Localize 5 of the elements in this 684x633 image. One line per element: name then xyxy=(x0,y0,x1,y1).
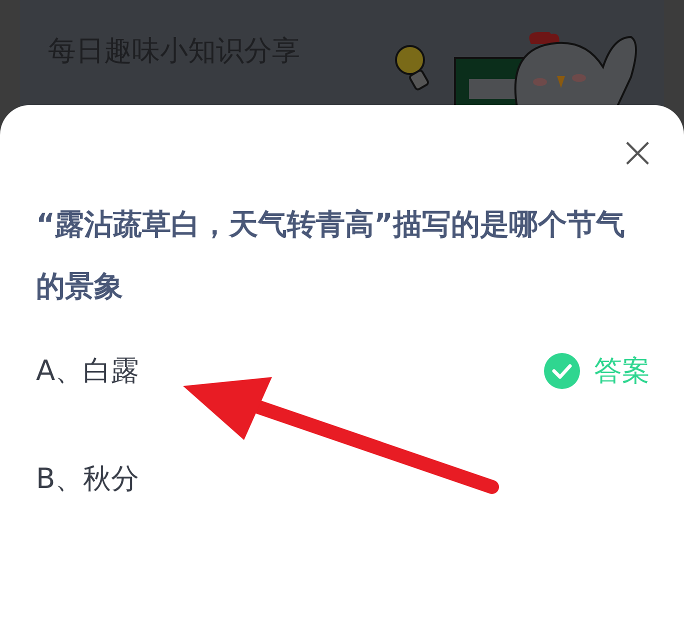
option-label[interactable]: B、秋分 xyxy=(36,458,140,500)
answer-label: 答案 xyxy=(594,353,650,389)
option-label[interactable]: A、白露 xyxy=(36,350,140,392)
close-button[interactable]: × xyxy=(619,131,656,175)
question-text: “露沾蔬草白，天气转青高”描写的是哪个节气的景象 xyxy=(36,206,626,305)
